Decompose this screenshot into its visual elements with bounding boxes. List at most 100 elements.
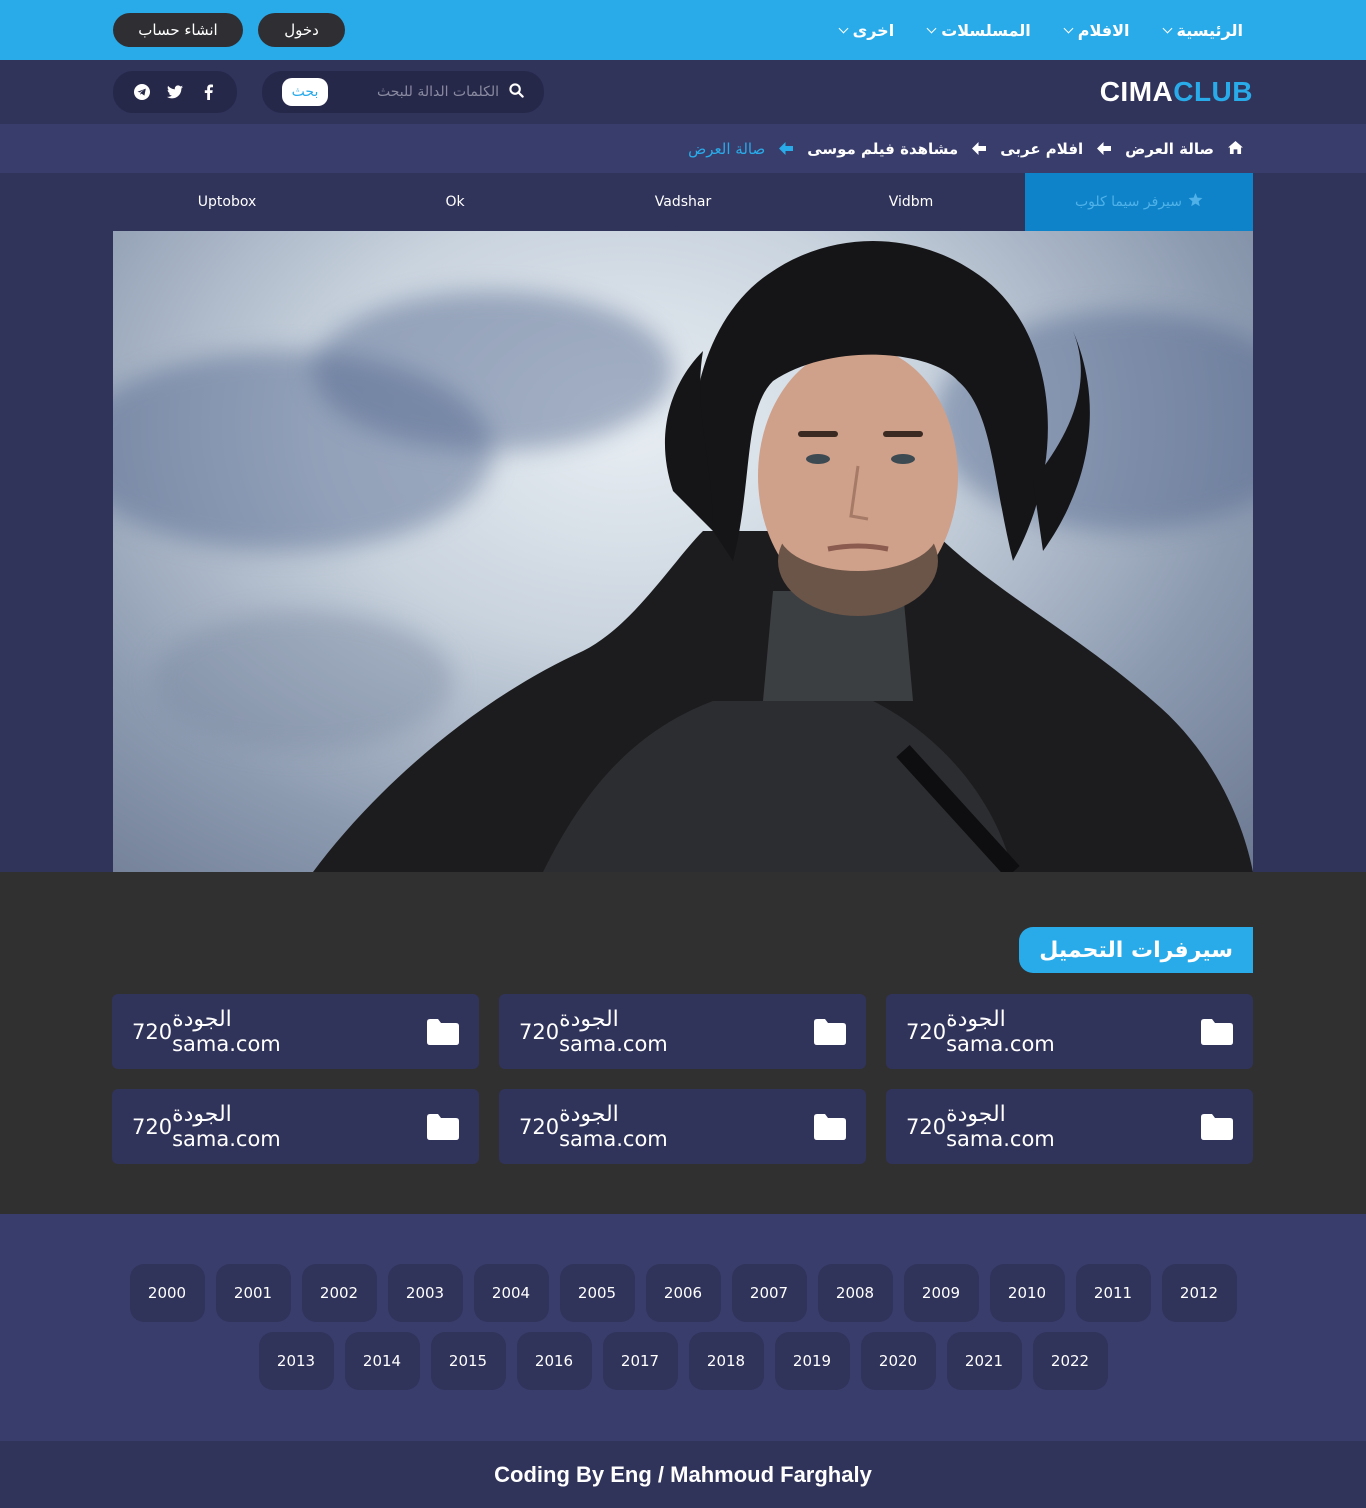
search-button[interactable]: بحث: [282, 78, 328, 106]
server-tabs: سيرفر سيما كلوب Vidbm Vadshar Ok Uptobox: [0, 173, 1366, 231]
logo-text-club: CLUB: [1173, 76, 1253, 107]
year-button[interactable]: 2022: [1032, 1332, 1108, 1390]
chevron-down-icon: [1063, 23, 1074, 33]
site-header: بحث CIMACLUB: [0, 60, 1366, 124]
resolution-label: 720: [906, 1114, 947, 1139]
site-logo[interactable]: CIMACLUB: [1100, 76, 1253, 108]
auth-buttons: انشاء حساب دخول: [113, 13, 345, 47]
home-icon[interactable]: [1228, 140, 1243, 158]
year-button[interactable]: 2007: [731, 1264, 807, 1322]
tab-vadshar[interactable]: Vadshar: [569, 173, 797, 231]
download-server-card[interactable]: الجودة sama.com 720: [112, 1089, 479, 1164]
year-button[interactable]: 2008: [817, 1264, 893, 1322]
menu-item-other[interactable]: اخرى: [838, 20, 895, 40]
host-label: sama.com: [559, 1127, 668, 1151]
folder-icon: [427, 1018, 459, 1045]
year-button[interactable]: 2017: [602, 1332, 678, 1390]
year-button[interactable]: 2001: [215, 1264, 291, 1322]
tab-cimaclub-server[interactable]: سيرفر سيما كلوب: [1025, 173, 1253, 231]
download-server-card[interactable]: الجودة sama.com 720: [499, 994, 866, 1069]
folder-icon: [1201, 1018, 1233, 1045]
breadcrumb-item[interactable]: صالة العرض: [1125, 140, 1214, 158]
folder-icon: [814, 1018, 846, 1045]
search-icon: [509, 82, 524, 102]
host-label: sama.com: [946, 1032, 1055, 1056]
telegram-icon[interactable]: [133, 83, 151, 101]
menu-item-label: اخرى: [852, 20, 895, 40]
resolution-label: 720: [132, 1114, 173, 1139]
search-input[interactable]: [338, 84, 499, 100]
host-label: sama.com: [172, 1127, 281, 1151]
year-button[interactable]: 2012: [1161, 1264, 1237, 1322]
menu-item-label: المسلسلات: [941, 20, 1031, 40]
year-row: 2013 2014 2015 2016 2017 2018 2019 2020 …: [0, 1332, 1366, 1390]
main-menu: الرئيسية الافلام المسلسلات اخرى: [838, 20, 1253, 40]
quality-label: الجودة: [946, 1007, 1006, 1032]
video-player: [0, 231, 1366, 872]
star-icon: [1188, 193, 1203, 211]
year-button[interactable]: 2003: [387, 1264, 463, 1322]
menu-item-movies[interactable]: الافلام: [1063, 20, 1130, 40]
year-button[interactable]: 2019: [774, 1332, 850, 1390]
quality-label: الجودة: [172, 1007, 232, 1032]
video-player-frame[interactable]: [113, 231, 1253, 872]
breadcrumb: صالة العرض افلام عربى مشاهدة فيلم موسى ص…: [0, 124, 1366, 173]
tab-uptobox[interactable]: Uptobox: [113, 173, 341, 231]
year-button[interactable]: 2000: [129, 1264, 205, 1322]
top-navigation-bar: انشاء حساب دخول الرئيسية الافلام المسلسل…: [0, 0, 1366, 60]
register-button[interactable]: انشاء حساب: [113, 13, 243, 47]
year-button[interactable]: 2002: [301, 1264, 377, 1322]
chevron-down-icon: [926, 23, 937, 33]
year-button[interactable]: 2016: [516, 1332, 592, 1390]
download-server-card[interactable]: الجودة sama.com 720: [112, 994, 479, 1069]
login-button[interactable]: دخول: [258, 13, 345, 47]
folder-icon: [427, 1113, 459, 1140]
year-button[interactable]: 2021: [946, 1332, 1022, 1390]
footer-credit: Coding By Eng / Mahmoud Farghaly: [0, 1441, 1366, 1508]
breadcrumb-item[interactable]: مشاهدة فيلم موسى: [807, 140, 958, 158]
year-button[interactable]: 2020: [860, 1332, 936, 1390]
download-server-card[interactable]: الجودة sama.com 720: [886, 994, 1253, 1069]
host-label: sama.com: [946, 1127, 1055, 1151]
arrow-left-icon: [1097, 142, 1112, 156]
year-button[interactable]: 2004: [473, 1264, 549, 1322]
download-servers-grid: الجودة sama.com 720 الجودة sama.com 720 ال…: [112, 994, 1253, 1164]
year-button[interactable]: 2018: [688, 1332, 764, 1390]
breadcrumb-item[interactable]: افلام عربى: [1000, 140, 1083, 158]
menu-item-label: الافلام: [1077, 20, 1130, 40]
chevron-down-icon: [838, 23, 849, 33]
download-server-card[interactable]: الجودة sama.com 720: [499, 1089, 866, 1164]
menu-item-series[interactable]: المسلسلات: [926, 20, 1031, 40]
folder-icon: [1201, 1113, 1233, 1140]
header-tools: بحث: [113, 71, 544, 113]
year-button[interactable]: 2006: [645, 1264, 721, 1322]
year-button[interactable]: 2011: [1075, 1264, 1151, 1322]
chevron-down-icon: [1162, 23, 1172, 33]
download-servers-section: سيرفرات التحميل الجودة sama.com 720 الجود…: [0, 872, 1366, 1214]
year-button[interactable]: 2010: [989, 1264, 1065, 1322]
download-servers-title: سيرفرات التحميل: [1019, 927, 1253, 973]
arrow-left-icon: [972, 142, 987, 156]
breadcrumb-current: صالة العرض: [688, 139, 766, 158]
movie-still-image: [313, 241, 1253, 872]
download-server-card[interactable]: الجودة sama.com 720: [886, 1089, 1253, 1164]
twitter-icon[interactable]: [166, 83, 184, 101]
year-button[interactable]: 2015: [430, 1332, 506, 1390]
social-links: [113, 71, 237, 113]
host-label: sama.com: [172, 1032, 281, 1056]
year-button[interactable]: 2013: [258, 1332, 334, 1390]
year-button[interactable]: 2014: [344, 1332, 420, 1390]
quality-label: الجودة: [172, 1102, 232, 1127]
year-button[interactable]: 2005: [559, 1264, 635, 1322]
menu-item-home[interactable]: الرئيسية: [1162, 20, 1244, 40]
tab-ok[interactable]: Ok: [341, 173, 569, 231]
year-button[interactable]: 2009: [903, 1264, 979, 1322]
menu-item-label: الرئيسية: [1176, 20, 1244, 40]
quality-label: الجودة: [946, 1102, 1006, 1127]
tab-vidbm[interactable]: Vidbm: [797, 173, 1025, 231]
quality-label: الجودة: [559, 1102, 619, 1127]
arrow-left-icon: [779, 142, 794, 156]
resolution-label: 720: [132, 1019, 173, 1044]
resolution-label: 720: [906, 1019, 947, 1044]
facebook-icon[interactable]: [199, 83, 217, 101]
